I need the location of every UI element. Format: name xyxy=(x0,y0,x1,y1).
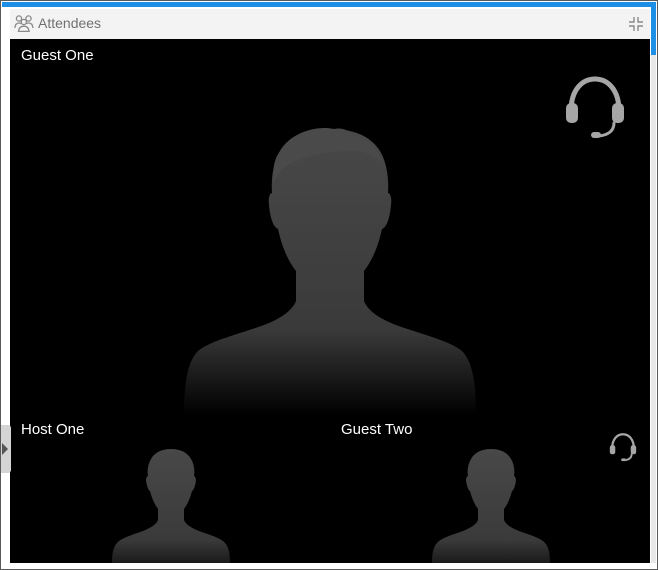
attendee-name: Guest One xyxy=(21,47,94,64)
panel-title: Attendees xyxy=(38,15,102,31)
avatar-silhouette xyxy=(184,127,476,415)
attendee-tile-guest-one[interactable]: Guest One xyxy=(10,39,650,415)
attendee-name: Host One xyxy=(21,421,85,438)
panel-header: Attendees xyxy=(10,9,650,39)
attendees-window: Attendees Guest One Host One Guest Two xyxy=(0,0,658,570)
collapse-icon[interactable] xyxy=(628,16,644,32)
video-stage: Guest One Host One Guest Two xyxy=(10,39,650,563)
headset-icon xyxy=(609,433,637,462)
avatar-silhouette xyxy=(112,449,230,563)
headset-icon xyxy=(566,76,624,138)
scrollbar[interactable] xyxy=(651,7,656,563)
sidebar-toggle-handle[interactable] xyxy=(1,425,11,473)
attendee-tile-host-one[interactable]: Host One xyxy=(10,415,330,563)
chevron-right-icon xyxy=(2,443,8,455)
attendee-tile-guest-two[interactable]: Guest Two xyxy=(330,415,650,563)
attendee-name: Guest Two xyxy=(341,421,413,438)
people-icon xyxy=(14,15,34,32)
window-accent-bar xyxy=(2,2,656,7)
scrollbar-thumb[interactable] xyxy=(651,7,656,55)
avatar-silhouette xyxy=(432,449,550,563)
